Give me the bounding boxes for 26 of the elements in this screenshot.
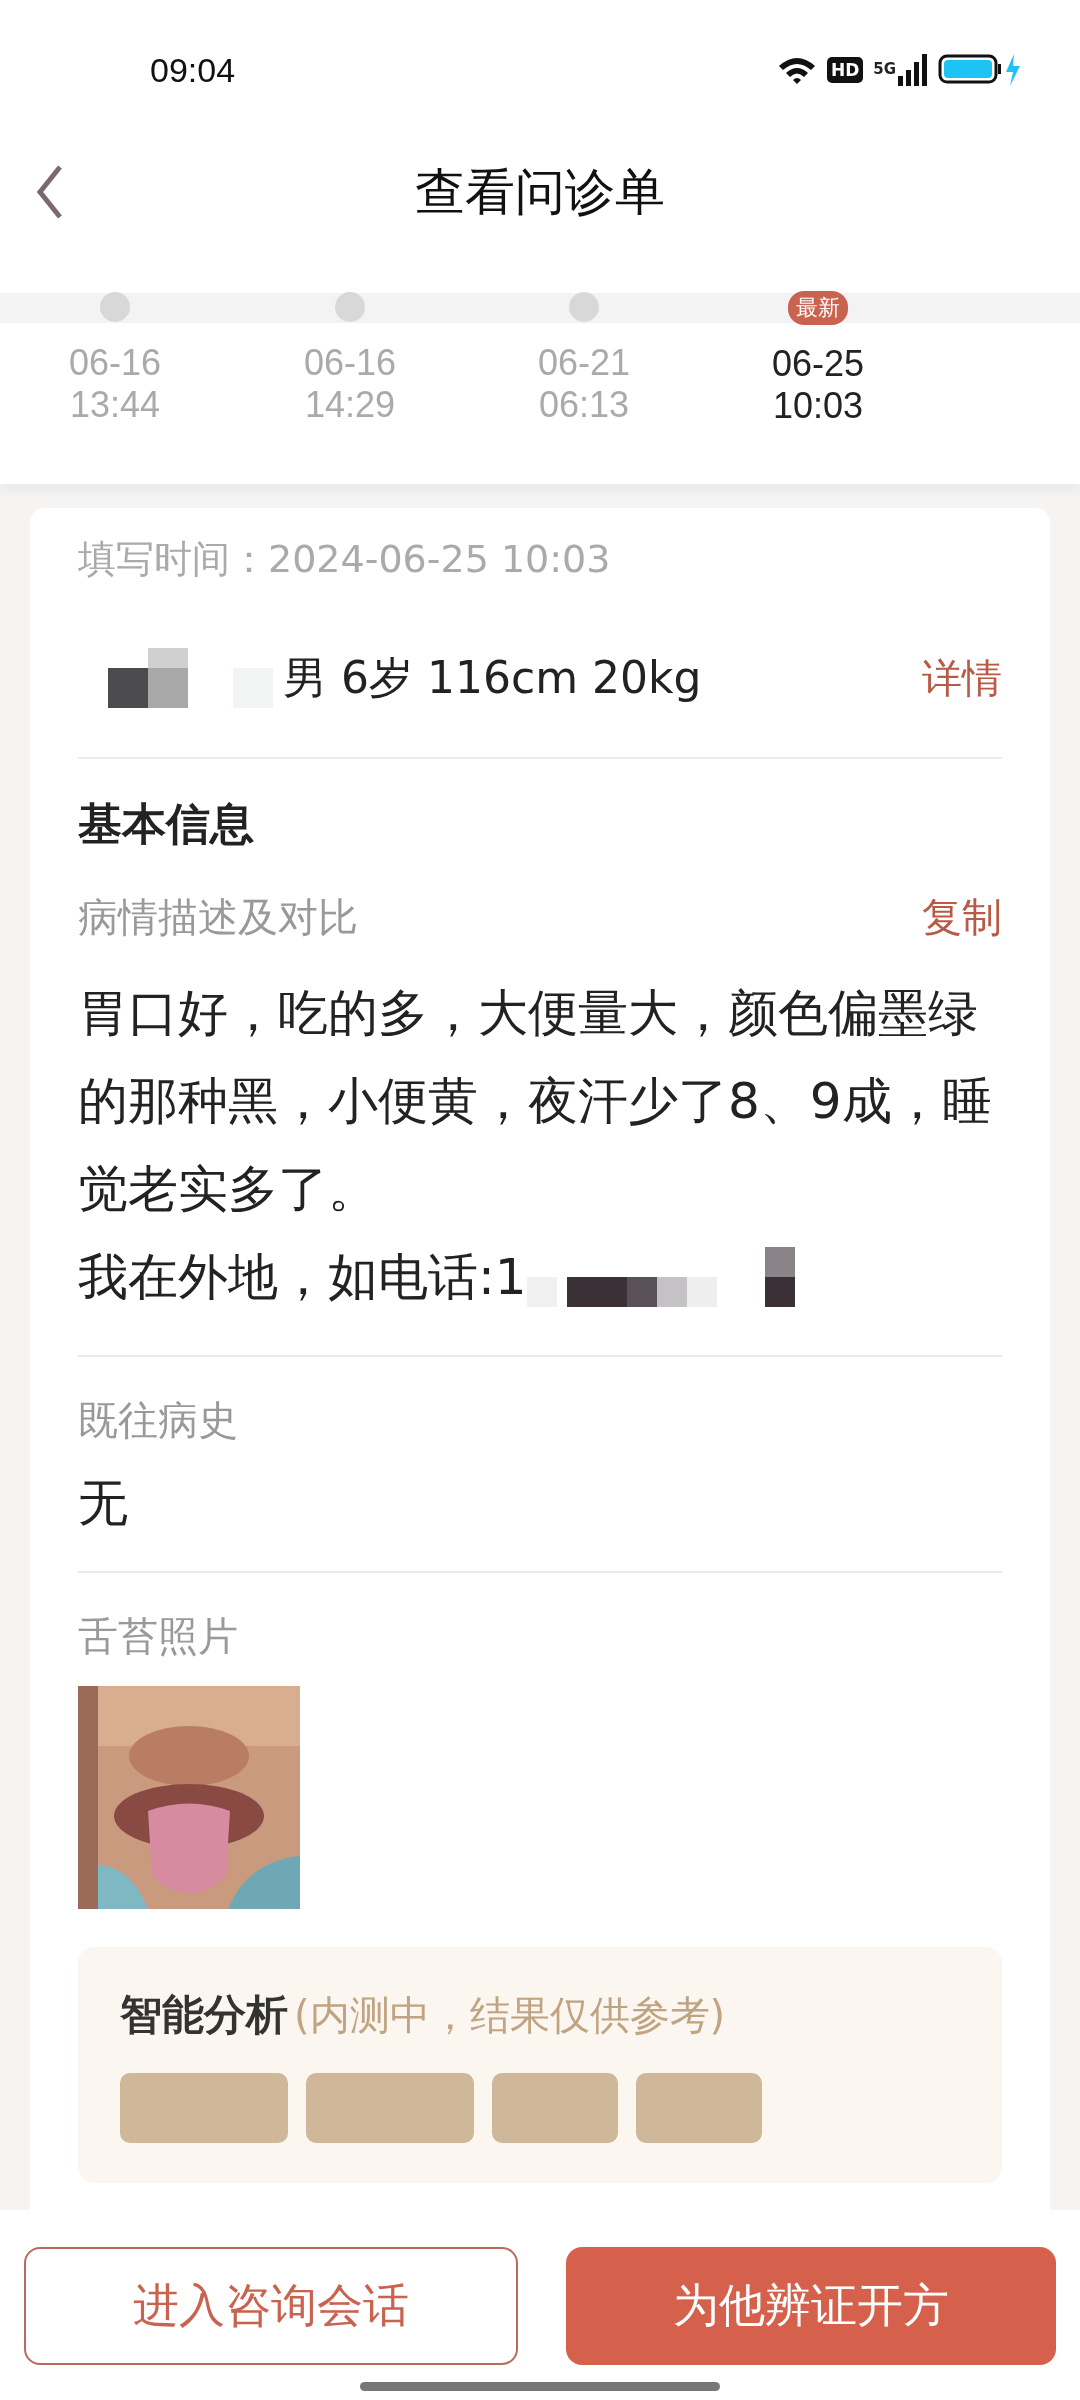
- hd-badge: HD: [826, 57, 864, 83]
- status-time: 09:04: [150, 50, 236, 90]
- patient-info: 男 6岁 116cm 20kg: [283, 650, 703, 705]
- details-link[interactable]: 详情: [922, 650, 1002, 706]
- timeline-item[interactable]: 06-21 06:13: [504, 292, 664, 426]
- description-text: 胃口好，吃的多，大便量大，颜色偏墨绿的那种黑，小便黄，夜汗少了8、9成，睡觉老实多了。: [78, 983, 993, 1220]
- network-label: 5G: [873, 60, 896, 78]
- timeline-item[interactable]: 06-16 13:44: [35, 292, 195, 426]
- prescribe-button[interactable]: 为他辨证开方: [566, 2247, 1056, 2365]
- copy-link[interactable]: 复制: [922, 890, 1002, 945]
- back-icon[interactable]: [36, 165, 64, 219]
- latest-badge: 最新: [788, 291, 848, 325]
- field-label: 舌苔照片: [78, 1612, 239, 1661]
- signal-icon: [898, 54, 928, 86]
- analysis-title: 智能分析: [120, 1989, 288, 2041]
- timeline-item[interactable]: 06-16 14:29: [270, 292, 430, 426]
- history-value: 无: [78, 1473, 129, 1534]
- analysis-note: (内测中，结果仅供参考): [294, 1991, 726, 2040]
- field-label: 病情描述及对比: [78, 893, 358, 942]
- timeline-item[interactable]: 最新 06-25 10:03: [738, 292, 898, 427]
- field-label: 既往病史: [78, 1396, 239, 1445]
- consult-button[interactable]: 进入咨询会话: [24, 2247, 518, 2365]
- fill-time: 填写时间：2024-06-25 10:03: [78, 536, 612, 583]
- section-title: 基本信息: [78, 797, 255, 851]
- contact-text: 我在外地，如电话:1: [78, 1246, 527, 1308]
- page-title: 查看问诊单: [415, 161, 665, 223]
